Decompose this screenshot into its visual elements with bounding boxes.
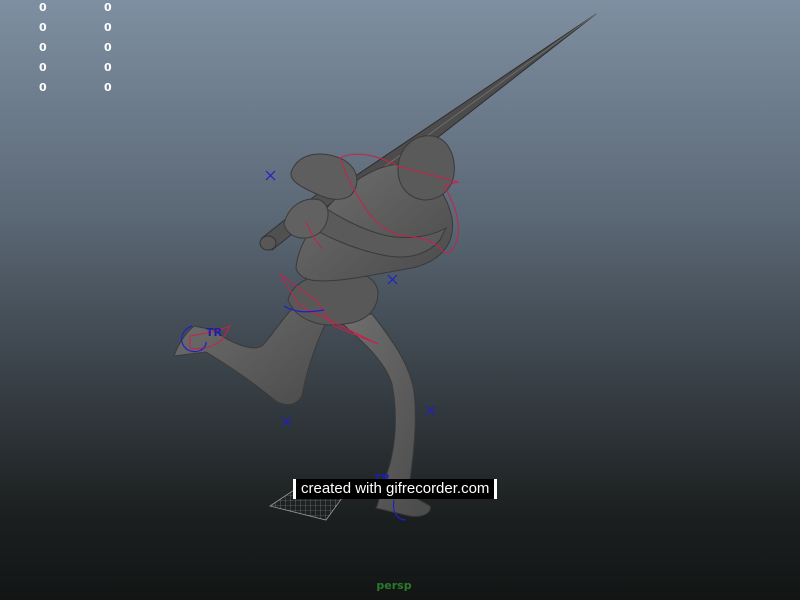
- locator-1[interactable]: [265, 170, 276, 181]
- watermark-banner: created with gifrecorder.com: [293, 479, 498, 499]
- locator-4[interactable]: [281, 416, 292, 427]
- camera-name-label: persp: [376, 579, 412, 592]
- locator-2[interactable]: [387, 274, 398, 285]
- 3d-viewport[interactable]: 0 0 0 0 0 0 0 0 0 0 TR created with gifr…: [0, 0, 800, 600]
- sword-pommel: [259, 235, 277, 251]
- scene[interactable]: TR TR: [0, 0, 800, 600]
- handle-label: TR: [206, 326, 223, 339]
- locator-3[interactable]: [425, 405, 436, 416]
